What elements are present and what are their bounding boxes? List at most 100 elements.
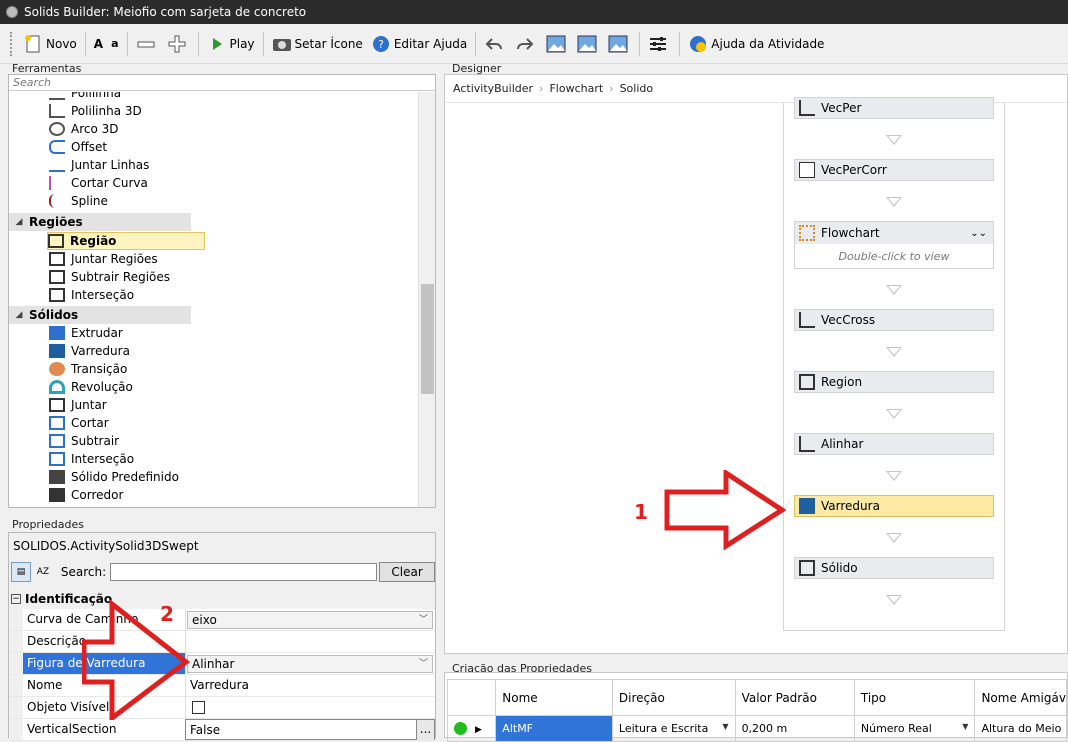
properties-panel: SOLIDOS.ActivitySolid3DSwept ▤ AZ Search… bbox=[8, 532, 436, 741]
font-bigger-button[interactable]: A bbox=[90, 30, 107, 58]
image-button-1[interactable] bbox=[542, 30, 573, 58]
property-value[interactable] bbox=[185, 697, 435, 718]
activity-solido[interactable]: Sólido bbox=[794, 557, 994, 579]
tool-spline[interactable]: Spline bbox=[49, 192, 108, 210]
tools-scroll-thumb[interactable] bbox=[421, 284, 434, 394]
group-regioes[interactable]: ◢ Regiões bbox=[9, 213, 191, 231]
tool-label: Transição bbox=[71, 362, 128, 376]
property-value[interactable] bbox=[185, 631, 435, 652]
help-gear-icon bbox=[690, 35, 707, 52]
tool-cortar[interactable]: Cortar bbox=[49, 414, 109, 432]
align-icon bbox=[799, 436, 815, 452]
tool-subtrair-regioes[interactable]: Subtrair Regiões bbox=[49, 268, 170, 286]
alphabetical-sort-icon[interactable]: AZ bbox=[32, 562, 53, 582]
column-header[interactable]: Direção bbox=[611, 679, 736, 716]
group-solidos[interactable]: ◢ Sólidos bbox=[9, 306, 191, 324]
activity-alinhar[interactable]: Alinhar bbox=[794, 433, 994, 455]
activity-flowchart[interactable]: Flowchart ⌄⌄ Double-click to view bbox=[794, 221, 994, 269]
tool-subtrair[interactable]: Subtrair bbox=[49, 432, 119, 450]
flowchart-canvas: VecPer VecPerCorr Flowchart ⌄⌄ Double-cli… bbox=[783, 97, 1005, 631]
category-identificacao[interactable]: − Identificação bbox=[9, 589, 435, 609]
breadcrumb-item[interactable]: Solido bbox=[620, 82, 654, 95]
activity-vecper[interactable]: VecPer bbox=[794, 97, 994, 119]
property-name: VerticalSection bbox=[9, 719, 185, 740]
expand-chevron-icon[interactable]: ⌄⌄ bbox=[970, 228, 987, 239]
play-button[interactable]: Play bbox=[203, 30, 259, 58]
tool-varredura[interactable]: Varredura bbox=[49, 342, 130, 360]
column-header[interactable]: Tipo bbox=[853, 679, 976, 716]
column-header[interactable]: Valor Padrão bbox=[734, 679, 855, 716]
property-value[interactable]: Alinhar ﹀ bbox=[185, 653, 435, 674]
figura-varredura-dropdown[interactable]: Alinhar ﹀ bbox=[187, 655, 433, 673]
breadcrumb-item[interactable]: Flowchart bbox=[549, 82, 603, 95]
tool-extrudar[interactable]: Extrudar bbox=[49, 324, 123, 342]
tool-solido-predefinido[interactable]: Sólido Predefinido bbox=[49, 468, 179, 486]
tools-panel: Search Polilinha Polilinha 3D Arco 3D Of… bbox=[8, 74, 436, 508]
spline-icon bbox=[49, 194, 65, 208]
collapse-button[interactable] bbox=[132, 30, 163, 58]
tool-corredor[interactable]: Corredor bbox=[49, 486, 123, 504]
polyline-3d-icon bbox=[49, 104, 65, 118]
tool-arco-3d[interactable]: Arco 3D bbox=[49, 120, 119, 138]
redo-button[interactable] bbox=[511, 30, 542, 58]
ellipsis-button[interactable]: ... bbox=[416, 720, 434, 740]
tool-revolucao[interactable]: Revolução bbox=[49, 378, 133, 396]
vector-cross-icon bbox=[799, 312, 815, 328]
activity-vecpercorr[interactable]: VecPerCorr bbox=[794, 159, 994, 181]
settings-sliders-button[interactable] bbox=[644, 30, 675, 58]
property-row[interactable]: Descrição bbox=[9, 631, 435, 653]
expand-button[interactable] bbox=[163, 30, 194, 58]
editar-ajuda-label: Editar Ajuda bbox=[393, 36, 468, 51]
activity-region[interactable]: Region bbox=[794, 371, 994, 393]
novo-label: Novo bbox=[46, 36, 77, 51]
categorized-sort-icon[interactable]: ▤ bbox=[11, 562, 31, 582]
tool-label: Corredor bbox=[71, 488, 124, 502]
tools-search-input[interactable]: Search bbox=[9, 75, 435, 91]
activity-veccross[interactable]: VecCross bbox=[794, 309, 994, 331]
tool-juntar-linhas[interactable]: Juntar Linhas bbox=[49, 156, 149, 174]
image-button-2[interactable] bbox=[573, 30, 604, 58]
setar-icone-button[interactable]: Setar Ícone bbox=[268, 30, 367, 58]
tool-regiao[interactable]: Região bbox=[47, 232, 205, 250]
column-header[interactable]: Nome Amigáv bbox=[974, 679, 1067, 716]
tools-scrollbar[interactable] bbox=[418, 92, 435, 507]
tool-cortar-curva[interactable]: Cortar Curva bbox=[49, 174, 148, 192]
font-smaller-button[interactable]: a bbox=[107, 30, 122, 58]
undo-button[interactable] bbox=[480, 30, 511, 58]
tool-intersecao-regioes[interactable]: Interseção bbox=[49, 286, 134, 304]
breadcrumb-item[interactable]: ActivityBuilder bbox=[453, 82, 533, 95]
property-row[interactable]: Nome Varredura bbox=[9, 675, 435, 697]
tool-juntar[interactable]: Juntar bbox=[49, 396, 107, 414]
tool-label: Interseção bbox=[71, 452, 135, 466]
activity-label: VecPer bbox=[821, 101, 862, 115]
activity-varredura[interactable]: Varredura bbox=[794, 495, 994, 517]
tool-polilinha-3d[interactable]: Polilinha 3D bbox=[49, 102, 142, 120]
tool-polilinha[interactable]: Polilinha bbox=[49, 92, 121, 102]
property-row[interactable]: Figura de Varredura Alinhar ﹀ bbox=[9, 653, 435, 675]
tool-transicao[interactable]: Transição bbox=[49, 360, 127, 378]
flow-arrow-icon bbox=[886, 533, 902, 543]
objeto-visivel-checkbox[interactable] bbox=[192, 701, 205, 714]
properties-search-input[interactable] bbox=[110, 563, 378, 581]
ajuda-atividade-button[interactable]: Ajuda da Atividade bbox=[684, 30, 828, 58]
tool-juntar-regioes[interactable]: Juntar Regiões bbox=[49, 250, 158, 268]
tool-label: Extrudar bbox=[71, 326, 123, 340]
clear-button[interactable]: Clear bbox=[379, 562, 436, 582]
curva-caminho-dropdown[interactable]: eixo ﹀ bbox=[187, 611, 433, 629]
tool-offset[interactable]: Offset bbox=[49, 138, 107, 156]
tool-label: Cortar Curva bbox=[71, 176, 148, 190]
novo-button[interactable]: Novo bbox=[19, 30, 81, 58]
property-value[interactable]: False... bbox=[185, 719, 435, 740]
editar-ajuda-button[interactable]: ? Editar Ajuda bbox=[367, 30, 471, 58]
image-button-3[interactable] bbox=[604, 30, 635, 58]
tool-intersecao[interactable]: Interseção bbox=[49, 450, 134, 468]
property-row[interactable]: Curva de Caminho eixo ﹀ bbox=[9, 609, 435, 631]
property-value[interactable]: eixo ﹀ bbox=[185, 609, 435, 630]
activity-label: VecPerCorr bbox=[821, 163, 887, 177]
column-header[interactable]: Nome bbox=[495, 679, 613, 716]
property-value[interactable]: Varredura bbox=[185, 675, 435, 696]
tool-label: Juntar bbox=[71, 398, 107, 412]
play-label: Play bbox=[229, 36, 255, 51]
tool-label: Spline bbox=[71, 194, 108, 208]
property-row[interactable]: Objeto Visível bbox=[9, 697, 435, 719]
